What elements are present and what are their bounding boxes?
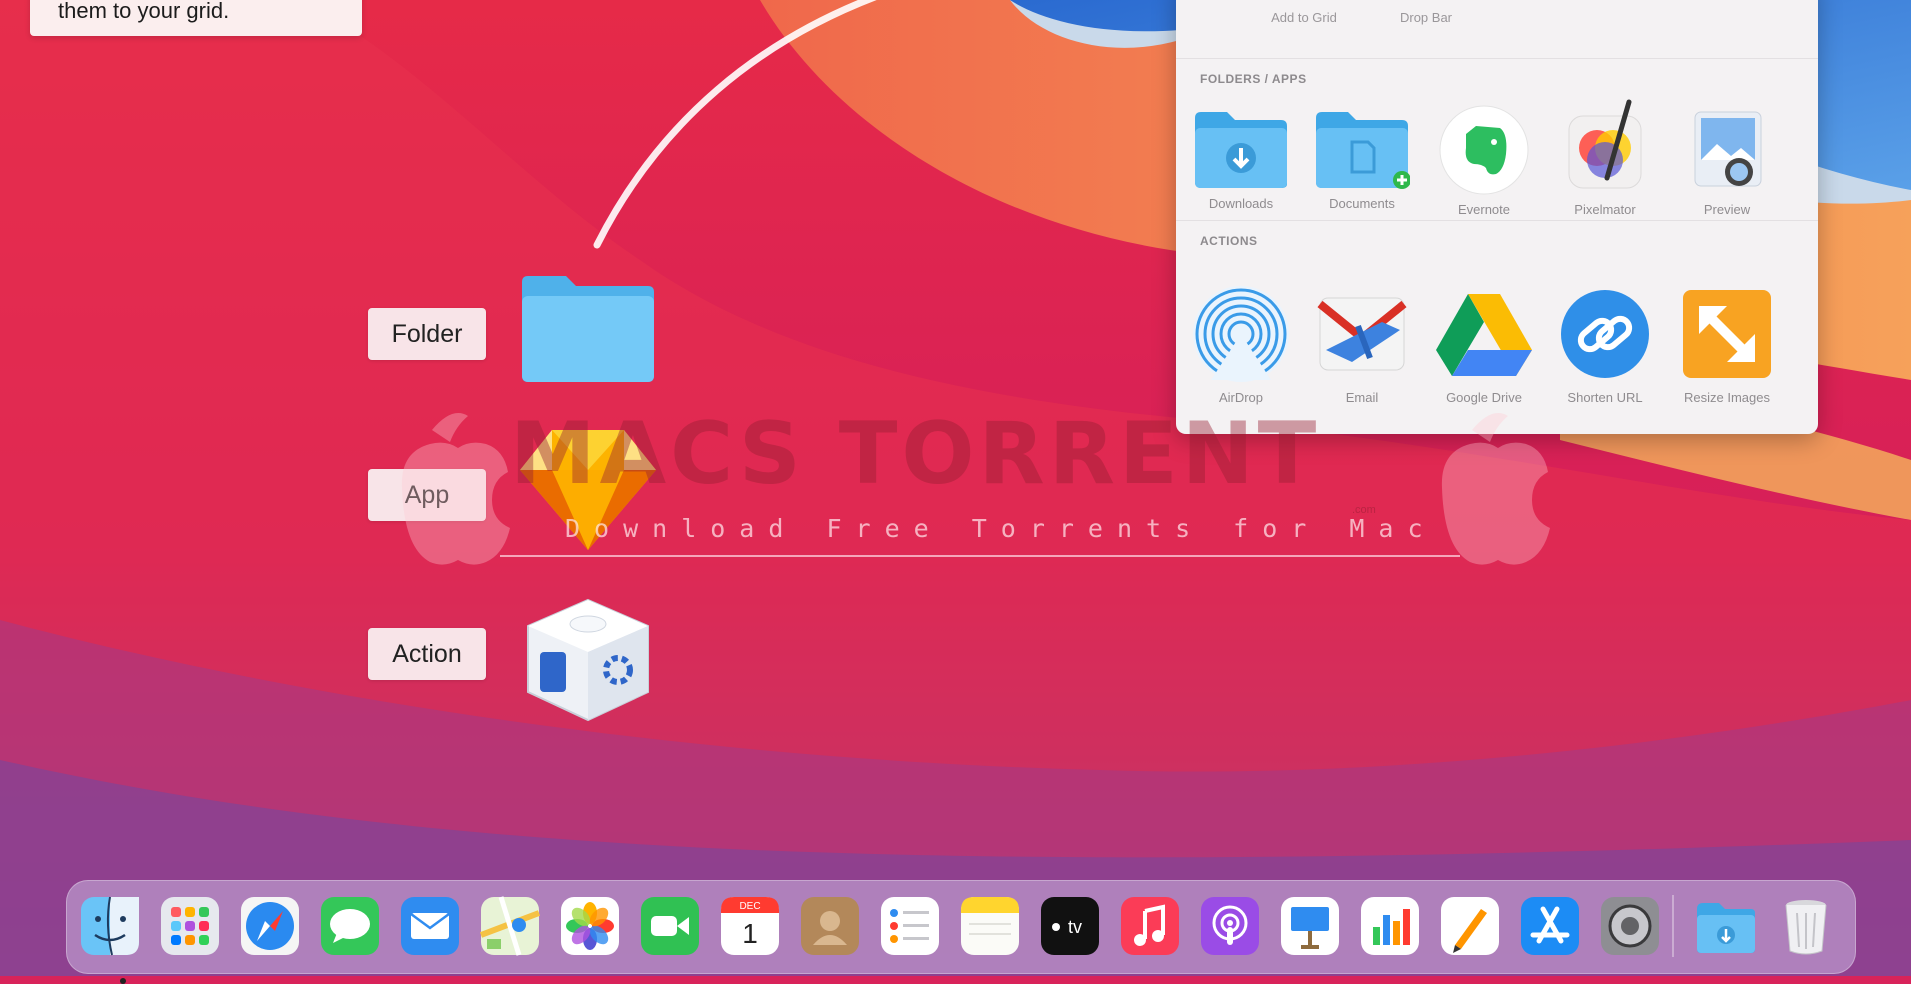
tile-documents[interactable]: Documents (1307, 110, 1417, 211)
shorten-url-icon (1561, 290, 1649, 378)
add-to-grid-label: Add to Grid (1271, 10, 1337, 25)
finder-icon (81, 896, 139, 956)
maps-icon (479, 896, 541, 956)
automator-action-icon[interactable] (522, 596, 654, 729)
facetime-icon (641, 897, 699, 955)
keynote-icon (1281, 897, 1339, 955)
app-store-icon (1521, 897, 1579, 955)
dock-maps[interactable] (479, 895, 541, 957)
dock-music[interactable] (1119, 895, 1181, 957)
notes-icon (961, 897, 1019, 955)
tile-airdrop[interactable]: AirDrop (1186, 284, 1296, 405)
tip-text: them to your grid. (58, 0, 230, 23)
drop-bar-target[interactable]: Drop Bar (1376, 0, 1476, 25)
dock-notes[interactable] (959, 895, 1021, 957)
email-icon (1317, 297, 1407, 371)
tip-card: them to your grid. (30, 0, 362, 36)
dock-calendar[interactable]: DEC 1 (719, 895, 781, 957)
dock-mail[interactable] (399, 895, 461, 957)
pixelmator-label: Pixelmator (1574, 202, 1636, 217)
app-label: App (368, 469, 486, 521)
tile-pixelmator[interactable]: Pixelmator (1550, 98, 1660, 217)
preview-label: Preview (1703, 202, 1751, 217)
folders-apps-title: FOLDERS / APPS (1200, 72, 1307, 86)
apple-tv-icon: tv (1041, 897, 1099, 955)
running-indicator (120, 978, 126, 984)
dock-contacts[interactable] (799, 895, 861, 957)
dock-system-preferences[interactable] (1599, 895, 1661, 957)
dock-reminders[interactable] (879, 895, 941, 957)
dock-app-store[interactable] (1519, 895, 1581, 957)
dock-safari[interactable] (239, 895, 301, 957)
downloads-stack-icon (1697, 903, 1755, 953)
dock-pages[interactable] (1439, 895, 1501, 957)
tile-downloads[interactable]: Downloads (1186, 110, 1296, 211)
calendar-month: DEC (739, 901, 760, 912)
panel-divider (1176, 58, 1818, 59)
dock-podcasts[interactable] (1199, 895, 1261, 957)
dock-trash[interactable] (1775, 895, 1837, 957)
podcasts-icon (1201, 897, 1259, 955)
system-preferences-icon (1601, 897, 1659, 955)
calendar-day: 1 (742, 918, 758, 949)
trash-icon (1785, 900, 1827, 955)
tile-google-drive[interactable]: Google Drive (1429, 284, 1539, 405)
contacts-icon (801, 897, 859, 955)
tile-email[interactable]: Email (1307, 284, 1417, 405)
dock-keynote[interactable] (1279, 895, 1341, 957)
numbers-icon (1361, 897, 1419, 955)
dock-photos[interactable] (559, 895, 621, 957)
preview-icon (1694, 111, 1762, 187)
downloads-folder-icon (1195, 112, 1287, 188)
reminders-icon (881, 897, 939, 955)
tile-resize-images[interactable]: Resize Images (1672, 284, 1782, 405)
downloads-label: Downloads (1208, 196, 1274, 211)
shorten-url-label: Shorten URL (1567, 390, 1643, 405)
action-label: Action (368, 628, 486, 680)
google-drive-label: Google Drive (1446, 390, 1522, 405)
evernote-icon (1439, 105, 1529, 195)
dock-finder[interactable] (79, 895, 141, 984)
email-label: Email (1345, 390, 1379, 405)
launchpad-icon (161, 897, 219, 955)
folder-icon[interactable] (518, 272, 658, 389)
sketch-app-icon[interactable] (518, 424, 658, 559)
dock-launchpad[interactable] (159, 895, 221, 957)
safari-icon (241, 897, 299, 955)
airdrop-icon (1193, 286, 1289, 382)
documents-folder-icon (1316, 112, 1410, 189)
mail-icon (401, 897, 459, 955)
evernote-label: Evernote (1457, 202, 1511, 217)
add-to-grid-target[interactable]: Add to Grid (1254, 0, 1354, 25)
music-icon (1121, 897, 1179, 955)
resize-images-icon (1683, 290, 1771, 378)
documents-label: Documents (1329, 196, 1395, 211)
dock: DEC 1 tv (66, 880, 1856, 984)
tile-evernote[interactable]: Evernote (1429, 104, 1539, 217)
panel-divider-2 (1176, 220, 1818, 221)
drop-bar-label: Drop Bar (1399, 10, 1453, 25)
tile-shorten-url[interactable]: Shorten URL (1550, 284, 1660, 405)
apple-tv-label: tv (1068, 917, 1082, 937)
messages-icon (321, 897, 379, 955)
pages-icon (1441, 897, 1499, 955)
pixelmator-icon (1568, 99, 1642, 189)
resize-images-label: Resize Images (1684, 390, 1770, 405)
airdrop-label: AirDrop (1218, 390, 1264, 405)
google-drive-icon (1436, 294, 1532, 376)
dock-messages[interactable] (319, 895, 381, 957)
photos-icon (561, 897, 619, 955)
dock-downloads-stack[interactable] (1695, 895, 1757, 957)
dock-numbers[interactable] (1359, 895, 1421, 957)
dock-facetime[interactable] (639, 895, 701, 957)
dock-apple-tv[interactable]: tv (1039, 895, 1101, 957)
dock-divider (1672, 895, 1674, 957)
actions-title: ACTIONS (1200, 234, 1258, 248)
tile-preview[interactable]: Preview (1672, 104, 1782, 217)
folder-label: Folder (368, 308, 486, 360)
calendar-icon: DEC 1 (721, 897, 779, 955)
dropzone-panel: Add to Grid Drop Bar FOLDERS / APPS Down… (1176, 0, 1818, 434)
